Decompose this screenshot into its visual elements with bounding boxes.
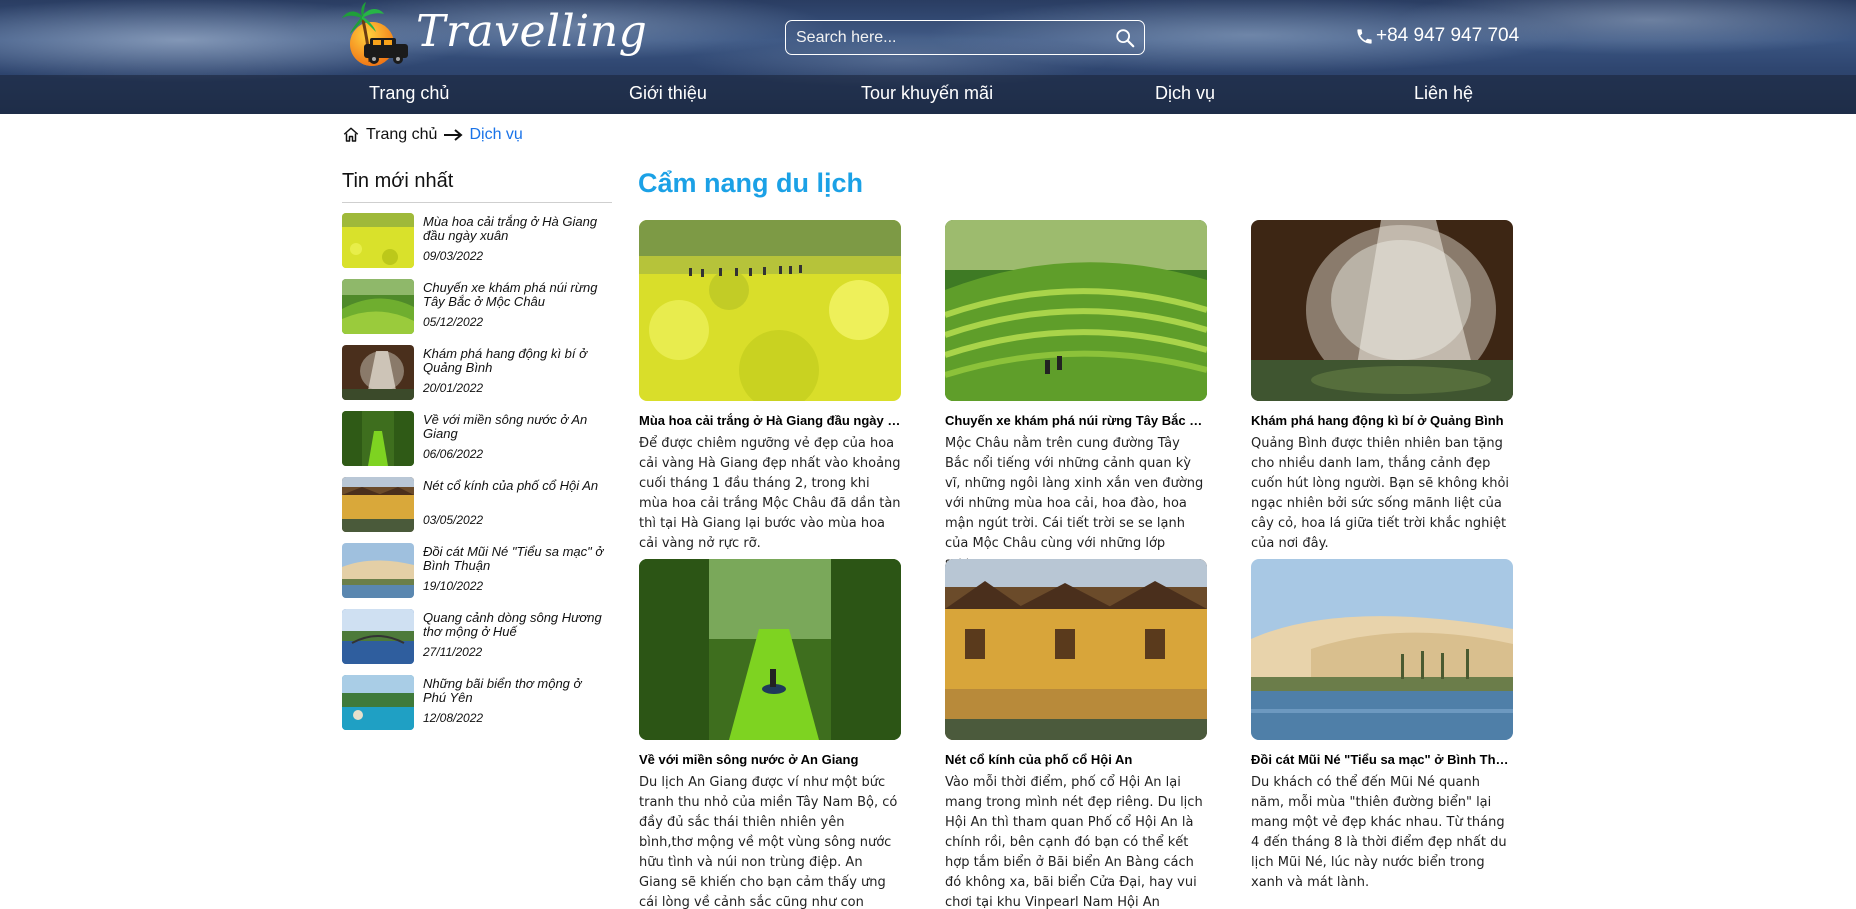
home-icon — [343, 127, 359, 142]
sidebar-item-date: 12/08/2022 — [423, 711, 484, 725]
sidebar-item-date: 06/06/2022 — [423, 447, 484, 461]
top-bar: Travelling +84 947 947 704 — [0, 0, 1856, 75]
sidebar-item-date: 03/05/2022 — [423, 513, 484, 527]
page-title: Cẩm nang du lịch — [638, 168, 864, 198]
sidebar-item-title: Mùa hoa cải trắng ở Hà Giang đầu ngày xu… — [423, 214, 598, 243]
card-description: Mộc Châu nằm trên cung đường Tây Bắc nổi… — [945, 436, 1204, 571]
sidebar-item[interactable]: Khám phá hang động kì bí ở Quảng Bình 20… — [342, 345, 612, 401]
article-card[interactable]: Chuyến xe khám phá núi rừng Tây Bắc ở Mộ… — [945, 220, 1207, 574]
sidebar-item[interactable]: Nét cổ kính của phố cổ Hội An 03/05/2022 — [342, 477, 612, 533]
sidebar-thumbnail — [342, 609, 414, 664]
sidebar-thumbnail — [342, 543, 414, 598]
sidebar-item-date: 20/01/2022 — [423, 381, 484, 395]
sidebar-item-title: Đồi cát Mũi Né "Tiểu sa mạc" ở Bình Thuậ… — [423, 544, 604, 573]
nav-item-contact[interactable]: Liên hệ — [1414, 83, 1473, 104]
card-description: Du khách có thể đến Mũi Né quanh năm, mỗ… — [1251, 775, 1507, 890]
card-image — [945, 559, 1207, 740]
sidebar-item-date: 05/12/2022 — [423, 315, 484, 329]
card-description: Du lịch An Giang được ví như một bức tra… — [639, 775, 898, 909]
card-description: Để được chiêm ngưỡng vẻ đẹp của hoa cải … — [639, 436, 901, 551]
search-box — [785, 20, 1145, 55]
card-title: Về với miền sông nước ở An Giang — [639, 752, 859, 767]
logo-palm-icon — [342, 2, 408, 66]
card-title: Nét cổ kính của phố cổ Hội An — [945, 752, 1133, 767]
card-image — [1251, 220, 1513, 401]
breadcrumb: Trang chủ Dịch vụ — [342, 124, 523, 146]
card-image — [639, 220, 901, 401]
sidebar-item[interactable]: Chuyến xe khám phá núi rừng Tây Bắc ở Mộ… — [342, 279, 612, 335]
sidebar-item[interactable]: Quang cảnh dòng sông Hương thơ mộng ở Hu… — [342, 609, 612, 665]
sidebar-item[interactable]: Những bãi biển thơ mộng ở Phú Yên 12/08/… — [342, 675, 612, 731]
sidebar-thumbnail — [342, 345, 414, 400]
sidebar-item[interactable]: Đồi cát Mũi Né "Tiểu sa mạc" ở Bình Thuậ… — [342, 543, 612, 599]
arrow-right-icon — [444, 129, 464, 141]
main-nav: Trang chủ Giới thiệu Tour khuyến mãi Dịc… — [0, 75, 1856, 114]
header: Travelling +84 947 947 704 Trang chủ Giớ… — [0, 0, 1856, 114]
logo[interactable]: Travelling — [340, 2, 647, 70]
sidebar-item-title: Quang cảnh dòng sông Hương thơ mộng ở Hu… — [423, 610, 602, 639]
sidebar-item[interactable]: Mùa hoa cải trắng ở Hà Giang đầu ngày xu… — [342, 213, 612, 269]
article-card[interactable]: Mùa hoa cải trắng ở Hà Giang đầu ngày xu… — [639, 220, 901, 554]
nav-item-tours[interactable]: Tour khuyến mãi — [861, 83, 993, 104]
article-card[interactable]: Về với miền sông nước ở An Giang Du lịch… — [639, 559, 901, 909]
phone-number: +84 947 947 704 — [1376, 25, 1520, 46]
nav-item-services[interactable]: Dịch vụ — [1155, 83, 1215, 104]
sidebar-item-title: Những bãi biển thơ mộng ở Phú Yên — [423, 676, 582, 705]
nav-item-about[interactable]: Giới thiệu — [629, 83, 707, 104]
card-title: Khám phá hang động kì bí ở Quảng Bình — [1251, 413, 1504, 428]
card-image — [639, 559, 901, 740]
sidebar-item-date: 09/03/2022 — [423, 249, 484, 263]
sidebar-item-title: Về với miền sông nước ở An Giang — [423, 412, 588, 441]
card-description: Vào mỗi thời điểm, phố cổ Hội An lại man… — [945, 775, 1203, 909]
sidebar-item[interactable]: Về với miền sông nước ở An Giang 06/06/2… — [342, 411, 612, 467]
sidebar-item-date: 27/11/2022 — [423, 645, 483, 659]
phone-icon — [1357, 28, 1372, 44]
card-title: Đồi cát Mũi Né "Tiểu sa mạc" ở Bình Thuậ… — [1251, 752, 1513, 767]
card-title: Chuyến xe khám phá núi rừng Tây Bắc ở Mộ… — [945, 413, 1207, 428]
sidebar-item-date: 19/10/2022 — [423, 579, 484, 593]
sidebar-item-title: Nét cổ kính của phố cổ Hội An — [423, 478, 599, 493]
logo-text: Travelling — [416, 6, 648, 57]
breadcrumb-home[interactable]: Trang chủ — [366, 126, 437, 144]
sidebar-thumbnail — [342, 675, 414, 730]
search-icon[interactable] — [1114, 27, 1136, 49]
nav-item-home[interactable]: Trang chủ — [369, 83, 449, 104]
article-card[interactable]: Nét cổ kính của phố cổ Hội An Vào mỗi th… — [945, 559, 1207, 909]
card-image — [945, 220, 1207, 401]
search-input[interactable] — [796, 27, 1096, 49]
breadcrumb-current[interactable]: Dịch vụ — [469, 126, 522, 144]
sidebar-item-title: Chuyến xe khám phá núi rừng Tây Bắc ở Mộ… — [423, 280, 598, 309]
sidebar-item-title: Khám phá hang động kì bí ở Quảng Bình — [423, 346, 587, 375]
sidebar-latest-news: Tin mới nhất — [342, 170, 612, 203]
article-card[interactable]: Đồi cát Mũi Né "Tiểu sa mạc" ở Bình Thuậ… — [1251, 559, 1513, 893]
sidebar-title: Tin mới nhất — [342, 170, 612, 203]
card-description: Quảng Bình được thiên nhiên ban tặng cho… — [1251, 436, 1510, 551]
sidebar-thumbnail — [342, 477, 414, 532]
card-image — [1251, 559, 1513, 740]
card-title: Mùa hoa cải trắng ở Hà Giang đầu ngày xu… — [639, 413, 901, 428]
sidebar-thumbnail — [342, 411, 414, 466]
sidebar-thumbnail — [342, 279, 414, 334]
article-card[interactable]: Khám phá hang động kì bí ở Quảng Bình Qu… — [1251, 220, 1513, 554]
phone-contact[interactable]: +84 947 947 704 — [1355, 22, 1519, 50]
sidebar-thumbnail — [342, 213, 414, 268]
